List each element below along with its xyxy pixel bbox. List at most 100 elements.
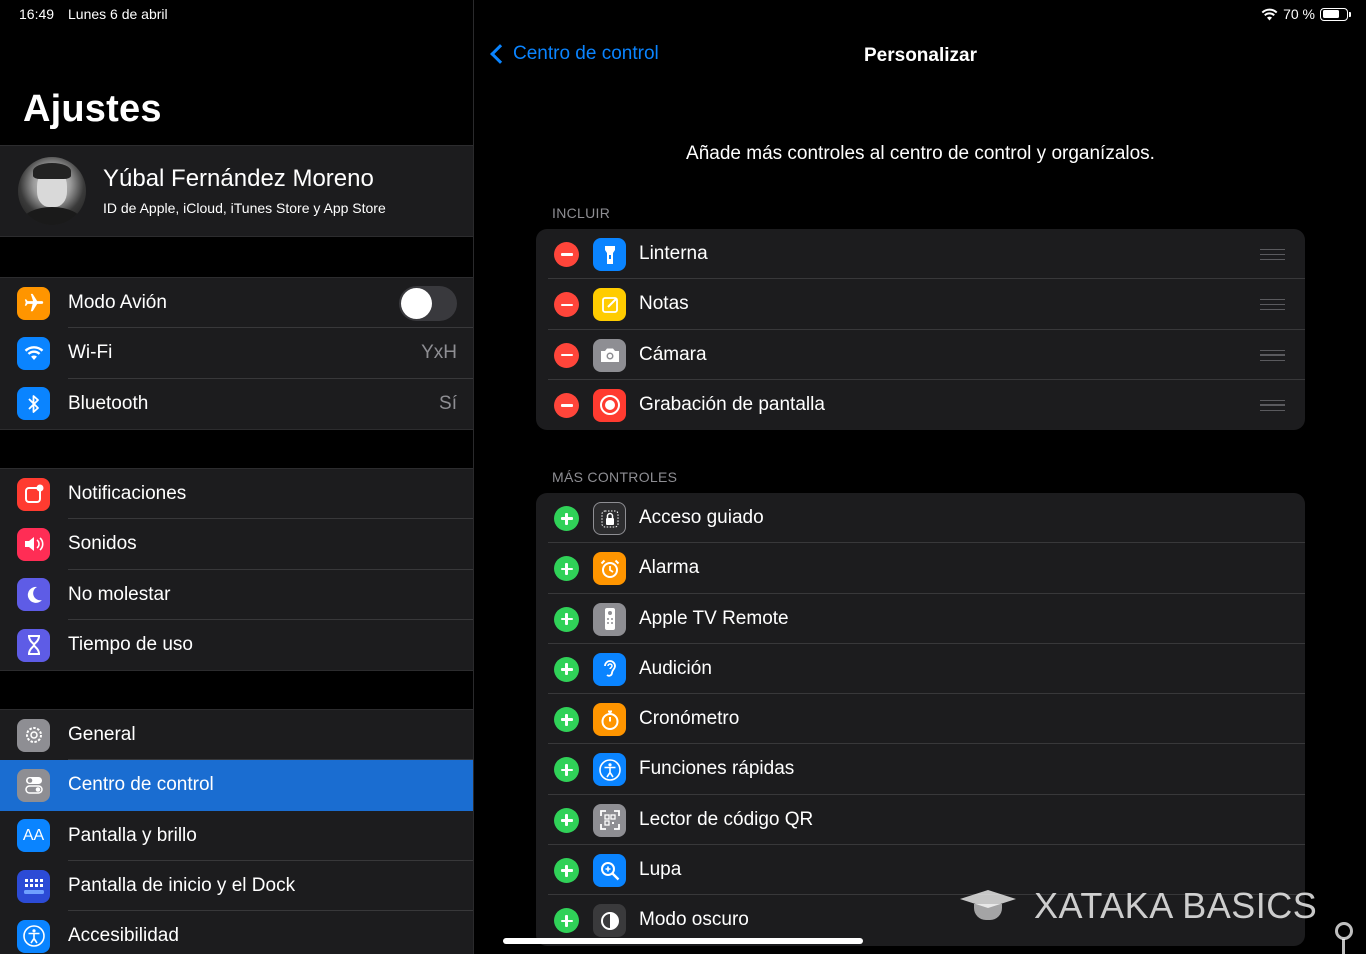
list-item: Grabación de pantalla: [536, 380, 1305, 430]
flashlight-icon: [593, 238, 626, 271]
sidebar-item-accesibilidad[interactable]: Accesibilidad: [0, 911, 473, 954]
list-item: Alarma: [536, 543, 1305, 594]
wifi-status-icon: [1261, 8, 1278, 20]
hourglass-icon: [17, 628, 50, 662]
sidebar-item-label: Bluetooth: [68, 392, 149, 414]
control-label: Apple TV Remote: [639, 607, 789, 629]
sidebar-item-notificaciones[interactable]: Notificaciones: [0, 469, 473, 520]
sidebar-group-connectivity: Modo Avión Wi-Fi YxH Bluetooth Sí: [0, 277, 473, 430]
add-button[interactable]: [554, 556, 579, 582]
sidebar-item-no-molestar[interactable]: No molestar: [0, 570, 473, 620]
gear-icon: [17, 718, 50, 752]
add-button[interactable]: [554, 807, 579, 833]
control-label: Audición: [639, 657, 712, 679]
list-item: Apple TV Remote: [536, 594, 1305, 644]
list-item: Lector de código QR: [536, 795, 1305, 846]
profile-subtitle: ID de Apple, iCloud, iTunes Store y App …: [103, 200, 386, 216]
airplane-mode-toggle[interactable]: [399, 285, 457, 321]
bluetooth-icon: [17, 387, 50, 421]
add-button[interactable]: [554, 707, 579, 733]
sidebar-item-sonidos[interactable]: Sonidos: [0, 519, 473, 570]
sidebar-item-label: Sonidos: [68, 533, 137, 555]
switches-icon: [17, 768, 50, 802]
magnifier-icon: [593, 854, 626, 888]
control-label: Cronómetro: [639, 708, 740, 730]
ear-icon: [593, 652, 626, 686]
control-label: Linterna: [639, 243, 708, 264]
list-item: Cronómetro: [536, 694, 1305, 745]
sidebar-item-label: Tiempo de uso: [68, 634, 193, 656]
profile-name: Yúbal Fernández Moreno: [103, 165, 374, 192]
add-button[interactable]: [554, 506, 579, 531]
page-title: Personalizar: [864, 45, 977, 66]
sidebar-group-notifications: Notificaciones Sonidos No molestar Tiemp…: [0, 468, 473, 672]
settings-sidebar: Ajustes Yúbal Fernández Moreno ID de App…: [0, 0, 474, 954]
accessibility-icon: [593, 753, 626, 787]
wifi-icon: [17, 336, 50, 370]
more-controls-section-header: MÁS CONTROLES: [552, 469, 678, 485]
control-label: Notas: [639, 293, 689, 315]
lock-icon: [593, 502, 626, 535]
status-time: 16:49: [19, 6, 55, 22]
add-button[interactable]: [554, 606, 579, 632]
sidebar-item-label: Wi-Fi: [68, 342, 113, 364]
qr-icon: [593, 803, 626, 837]
avatar: [18, 157, 86, 225]
list-item: Audición: [536, 644, 1305, 695]
sidebar-item-label: Modo Avión: [68, 292, 167, 314]
home-indicator[interactable]: [503, 938, 863, 944]
sidebar-item-wifi[interactable]: Wi-Fi YxH: [0, 328, 473, 379]
control-label: Lupa: [639, 859, 682, 881]
list-item: Linterna: [536, 229, 1305, 280]
sidebar-item-pantalla-de-inicio[interactable]: Pantalla de inicio y el Dock: [0, 861, 473, 912]
graduation-cap-icon: [960, 884, 1016, 928]
list-item: Funciones rápidas: [536, 744, 1305, 795]
sidebar-item-modo-avion[interactable]: Modo Avión: [0, 278, 473, 329]
control-label: Grabación de pantalla: [639, 393, 825, 415]
add-button[interactable]: [554, 858, 579, 884]
add-button[interactable]: [554, 757, 579, 783]
sidebar-item-centro-de-control[interactable]: Centro de control: [0, 760, 473, 811]
remote-icon: [593, 602, 626, 636]
sidebar-item-label: Pantalla y brillo: [68, 824, 197, 846]
sidebar-item-label: Accesibilidad: [68, 925, 179, 947]
wifi-network-value: YxH: [421, 342, 457, 364]
reorder-handle-icon[interactable]: [1260, 349, 1285, 361]
remove-button[interactable]: [554, 392, 579, 418]
reorder-handle-icon[interactable]: [1260, 249, 1285, 260]
airplane-icon: [17, 286, 50, 320]
remove-button[interactable]: [554, 292, 579, 318]
reorder-handle-icon[interactable]: [1260, 299, 1285, 311]
page-description: Añade más controles al centro de control…: [686, 143, 1155, 164]
sidebar-title: Ajustes: [23, 88, 162, 130]
sidebar-item-tiempo-de-uso[interactable]: Tiempo de uso: [0, 620, 473, 670]
detail-pane: Centro de control Personalizar Añade más…: [475, 0, 1366, 954]
sidebar-item-label: No molestar: [68, 583, 171, 605]
add-button[interactable]: [554, 908, 579, 934]
control-label: Acceso guiado: [639, 507, 764, 528]
home-grid-icon: [17, 869, 50, 903]
control-label: Lector de código QR: [639, 808, 814, 830]
accessibility-icon: [17, 919, 50, 953]
sidebar-item-pantalla-y-brillo[interactable]: AA Pantalla y brillo: [0, 811, 473, 861]
list-item: Acceso guiado: [536, 493, 1305, 544]
notes-icon: [593, 288, 626, 322]
include-section-header: INCLUIR: [552, 205, 611, 221]
sidebar-item-bluetooth[interactable]: Bluetooth Sí: [0, 379, 473, 429]
remove-button[interactable]: [554, 242, 579, 267]
sidebar-item-label: Centro de control: [68, 774, 214, 796]
sidebar-item-label: Pantalla de inicio y el Dock: [68, 875, 296, 897]
control-label: Modo oscuro: [639, 909, 749, 931]
apple-id-profile[interactable]: Yúbal Fernández Moreno ID de Apple, iClo…: [0, 145, 473, 237]
more-controls-list: Acceso guiado Alarma Apple TV Remote Aud…: [536, 493, 1305, 946]
add-button[interactable]: [554, 656, 579, 682]
sidebar-item-general[interactable]: General: [0, 710, 473, 761]
reorder-handle-icon[interactable]: [1260, 399, 1285, 411]
control-label: Cámara: [639, 343, 707, 365]
moon-icon: [17, 578, 50, 612]
record-icon: [593, 388, 626, 422]
bluetooth-value: Sí: [439, 392, 457, 414]
include-list: Linterna Notas Cámara Grabación de panta…: [536, 229, 1305, 431]
sidebar-group-system: General Centro de control AA Pantalla y …: [0, 709, 473, 954]
remove-button[interactable]: [554, 342, 579, 368]
